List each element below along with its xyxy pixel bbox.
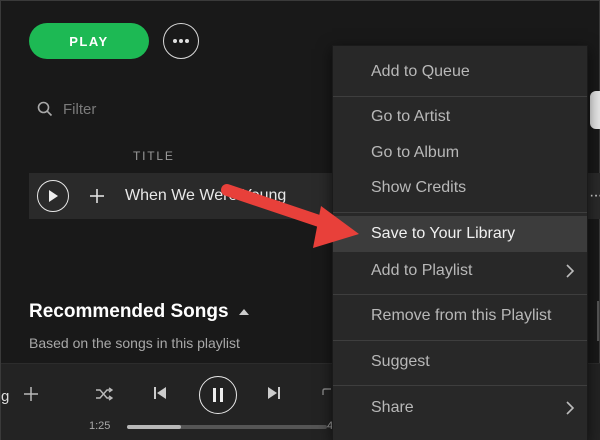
caret-up-icon[interactable]: [238, 309, 249, 315]
player-add-button[interactable]: [23, 386, 39, 407]
progress-bar[interactable]: [127, 425, 327, 429]
chevron-right-icon: [566, 401, 575, 415]
scrollbar-thumb[interactable]: [590, 91, 600, 129]
context-menu: Add to Queue Go to Artist Go to Album Sh…: [332, 45, 588, 440]
menu-item-show-credits[interactable]: Show Credits: [333, 170, 587, 206]
title-column-header[interactable]: TITLE: [133, 149, 175, 163]
menu-item-label: Go to Album: [371, 144, 460, 161]
menu-item-label: Save to Your Library: [371, 225, 516, 242]
menu-item-label: Show Credits: [371, 179, 467, 196]
menu-item-label: Remove from this Playlist: [371, 307, 552, 324]
progress-fill: [127, 425, 181, 429]
recommended-title: Recommended Songs: [29, 301, 229, 322]
menu-item-save-to-library[interactable]: Save to Your Library: [333, 216, 587, 252]
menu-divider: [333, 96, 587, 97]
scrollbar-track: [597, 301, 599, 341]
track-title: When We Were Young: [125, 187, 287, 204]
recommended-heading: Recommended Songs: [29, 301, 249, 323]
menu-divider: [333, 385, 587, 386]
recommended-subtitle: Based on the songs in this playlist: [29, 335, 240, 351]
previous-button[interactable]: [153, 386, 167, 405]
elapsed-time: 1:25: [89, 420, 111, 432]
menu-divider: [333, 294, 587, 295]
pause-button[interactable]: [199, 376, 237, 414]
plus-icon: [24, 387, 38, 401]
menu-item-add-to-queue[interactable]: Add to Queue: [333, 54, 587, 90]
menu-divider: [333, 212, 587, 213]
chevron-right-icon: [566, 264, 575, 278]
search-icon: [37, 101, 53, 117]
shuffle-button[interactable]: [95, 386, 114, 407]
menu-item-label: Add to Playlist: [371, 262, 473, 279]
menu-item-label: Suggest: [371, 353, 430, 370]
more-options-button[interactable]: [163, 23, 199, 59]
row-play-button[interactable]: [37, 180, 69, 212]
filter-bar[interactable]: [37, 97, 317, 121]
menu-item-go-to-album[interactable]: Go to Album: [333, 135, 587, 171]
play-icon: [49, 190, 58, 202]
more-icon: [173, 39, 189, 43]
row-more-icon[interactable]: ···: [589, 187, 600, 205]
play-button[interactable]: PLAY: [29, 23, 149, 59]
filter-input[interactable]: [63, 100, 303, 118]
pause-icon: [213, 388, 223, 402]
menu-item-label: Go to Artist: [371, 108, 451, 125]
menu-item-go-to-artist[interactable]: Go to Artist: [333, 99, 587, 135]
next-button[interactable]: [267, 386, 281, 405]
menu-item-remove-from-playlist[interactable]: Remove from this Playlist: [333, 298, 587, 334]
skip-forward-icon: [268, 387, 280, 399]
menu-item-suggest[interactable]: Suggest: [333, 344, 587, 380]
skip-back-icon: [154, 387, 166, 399]
menu-item-share[interactable]: Share: [333, 390, 587, 426]
add-to-library-button[interactable]: [87, 186, 107, 206]
menu-item-add-to-playlist[interactable]: Add to Playlist: [333, 253, 587, 289]
now-playing-title[interactable]: g: [1, 388, 9, 405]
menu-divider: [333, 340, 587, 341]
shuffle-icon: [96, 387, 114, 401]
plus-icon: [90, 189, 104, 203]
menu-item-label: Add to Queue: [371, 63, 470, 80]
menu-item-label: Share: [371, 399, 414, 416]
